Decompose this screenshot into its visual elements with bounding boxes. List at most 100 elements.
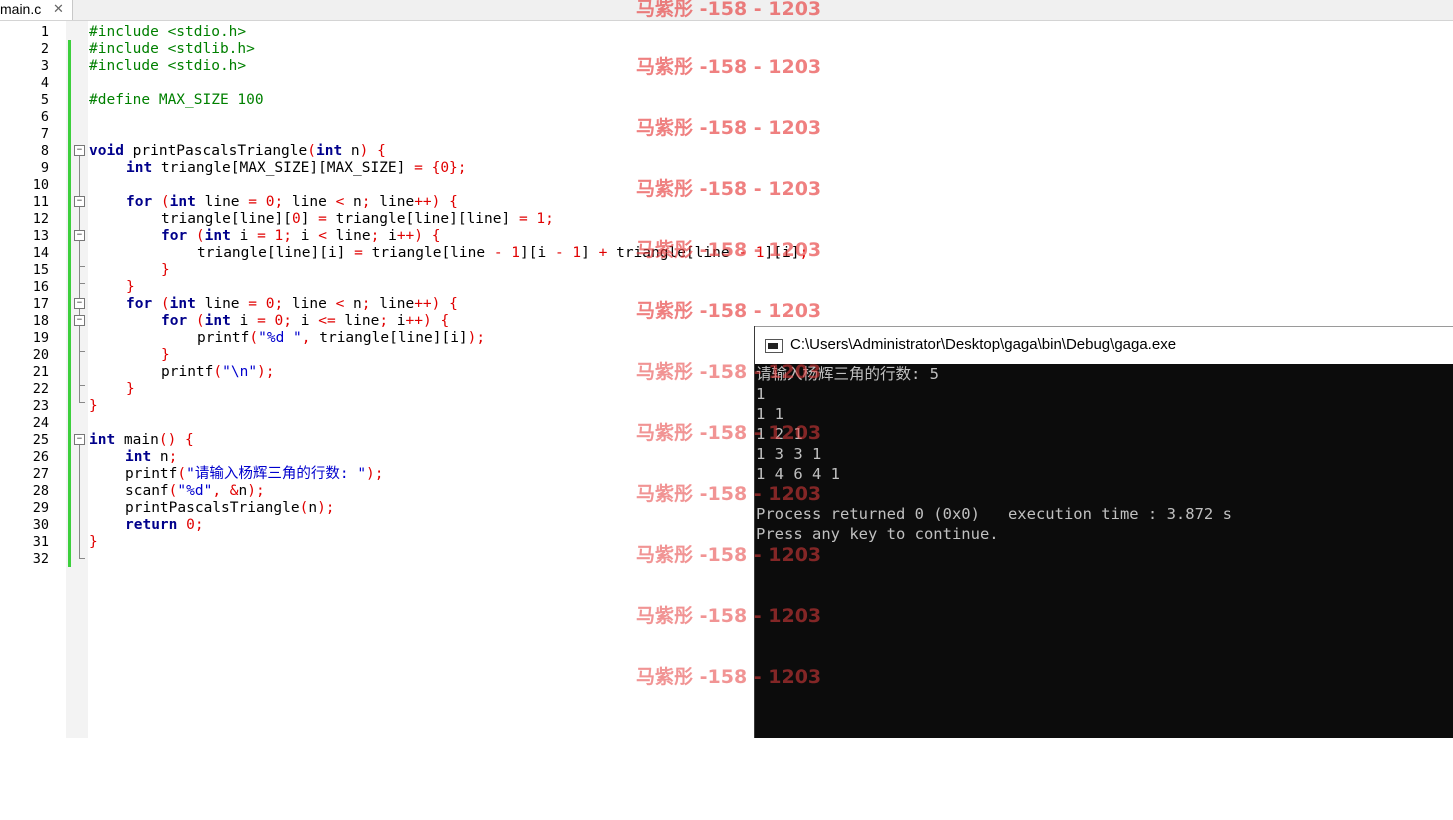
- line-number: 3: [40, 58, 49, 74]
- console-line: 1 3 3 1: [756, 445, 822, 463]
- fold-toggle-icon[interactable]: −: [74, 145, 85, 156]
- code-token: line: [283, 296, 336, 312]
- console-app-icon: [765, 339, 783, 353]
- code-token: =: [518, 211, 528, 227]
- code-token: triangle[line][: [161, 211, 292, 227]
- fold-toggle-icon[interactable]: −: [74, 298, 85, 309]
- code-line-23: }: [89, 398, 98, 415]
- line-number: 11: [32, 194, 49, 210]
- code-line-12: triangle[line][0] = triangle[line][line]…: [161, 211, 554, 228]
- code-token: ;: [274, 194, 284, 210]
- code-token: n: [344, 296, 362, 312]
- code-token: );: [467, 330, 486, 346]
- line-number: 17: [32, 296, 49, 312]
- code-token: , &: [212, 483, 239, 499]
- code-line-5: #define MAX_SIZE 100: [89, 92, 264, 109]
- code-token: n: [342, 143, 360, 159]
- number-literal: 0: [257, 194, 275, 210]
- fold-guide: [79, 445, 80, 558]
- code-token: <=: [318, 313, 336, 329]
- fold-toggle-icon[interactable]: −: [74, 315, 85, 326]
- watermark-text: 马紫彤 -158 - 1203: [636, 544, 822, 566]
- close-icon[interactable]: ✕: [53, 1, 64, 17]
- code-token: i: [292, 228, 319, 244]
- code-token: line: [326, 228, 371, 244]
- code-token: ;: [361, 194, 371, 210]
- preprocessor-directive: #define MAX_SIZE 100: [89, 92, 264, 108]
- code-line-3: #include <stdio.h>: [89, 58, 246, 75]
- keyword: int: [315, 143, 343, 159]
- code-line-20: }: [161, 347, 170, 364]
- watermark-text: 马紫彤 -158 - 1203: [636, 422, 822, 444]
- keyword: int: [169, 296, 196, 312]
- number-literal: - 1: [554, 245, 582, 261]
- code-token: (: [307, 143, 316, 159]
- code-line-27: printf("请输入杨辉三角的行数: ");: [125, 466, 384, 483]
- line-number: 20: [32, 347, 49, 363]
- console-window[interactable]: C:\Users\Administrator\Desktop\gaga\bin\…: [754, 326, 1453, 738]
- string-literal: "%d ": [258, 330, 302, 346]
- code-token: line: [283, 194, 336, 210]
- line-number: 23: [32, 398, 49, 414]
- code-token: ]: [581, 245, 599, 261]
- preprocessor-directive: #include <stdlib.h>: [89, 41, 255, 57]
- fold-end-marker: [79, 283, 85, 284]
- watermark-text: 马紫彤 -158 - 1203: [636, 178, 822, 200]
- console-title: C:\Users\Administrator\Desktop\gaga\bin\…: [790, 336, 1177, 353]
- code-token: ;: [168, 449, 178, 465]
- keyword: return: [125, 517, 178, 533]
- line-number: 30: [32, 517, 49, 533]
- number-literal: 0: [440, 160, 450, 176]
- tab-main-c[interactable]: main.c ✕: [0, 0, 73, 20]
- code-token: }: [89, 534, 98, 550]
- code-token: (: [152, 194, 170, 210]
- line-number: 6: [40, 109, 49, 125]
- code-line-8: void printPascalsTriangle(int n) {: [89, 143, 386, 160]
- keyword: for: [161, 313, 188, 329]
- line-number: 22: [32, 381, 49, 397]
- code-line-13: for (int i = 1; i < line; i++) {: [161, 228, 440, 245]
- line-number: 32: [32, 551, 49, 567]
- code-token: n: [308, 500, 318, 516]
- line-number: 18: [32, 313, 49, 329]
- console-title-bar[interactable]: C:\Users\Administrator\Desktop\gaga\bin\…: [755, 326, 1453, 364]
- line-number: 9: [40, 160, 49, 176]
- code-token: scanf: [125, 483, 169, 499]
- code-token: }: [126, 381, 135, 397]
- code-line-18: for (int i = 0; i <= line; i++) {: [161, 313, 449, 330]
- keyword: int: [169, 194, 196, 210]
- code-line-30: return 0;: [125, 517, 204, 534]
- code-token: (: [249, 330, 259, 346]
- code-token: ) {: [359, 143, 386, 159]
- code-token: =: [248, 194, 257, 210]
- number-literal: 0: [257, 296, 275, 312]
- code-token: triangle[MAX_SIZE][MAX_SIZE]: [152, 160, 415, 176]
- code-token: ]: [300, 211, 319, 227]
- line-number-gutter: 1 2 3 4 5 6 7 8 9 10 11 12 13 14 15 16 1…: [0, 21, 56, 738]
- code-token: printPascalsTriangle: [123, 143, 308, 159]
- number-literal: 0: [177, 517, 195, 533]
- code-token: triangle[line][line]: [326, 211, 519, 227]
- code-token: );: [257, 364, 275, 380]
- code-line-29: printPascalsTriangle(n);: [125, 500, 335, 517]
- keyword: int: [125, 449, 152, 465]
- code-token: }: [161, 347, 170, 363]
- code-token: ++) {: [405, 313, 450, 329]
- code-token: n: [238, 483, 248, 499]
- code-token: printf: [125, 466, 178, 482]
- fold-toggle-icon[interactable]: −: [74, 230, 85, 241]
- code-token: printf: [197, 330, 250, 346]
- code-token: line: [370, 296, 415, 312]
- keyword: for: [126, 296, 153, 312]
- keyword: int: [204, 228, 231, 244]
- code-token: i: [230, 313, 258, 329]
- code-token: ++) {: [414, 194, 458, 210]
- line-number: 12: [32, 211, 49, 227]
- code-token: ][i: [520, 245, 555, 261]
- line-number: 24: [32, 415, 49, 431]
- fold-toggle-icon[interactable]: −: [74, 434, 85, 445]
- fold-toggle-icon[interactable]: −: [74, 196, 85, 207]
- keyword: int: [204, 313, 231, 329]
- code-token: ;: [283, 313, 293, 329]
- code-token: <: [318, 228, 327, 244]
